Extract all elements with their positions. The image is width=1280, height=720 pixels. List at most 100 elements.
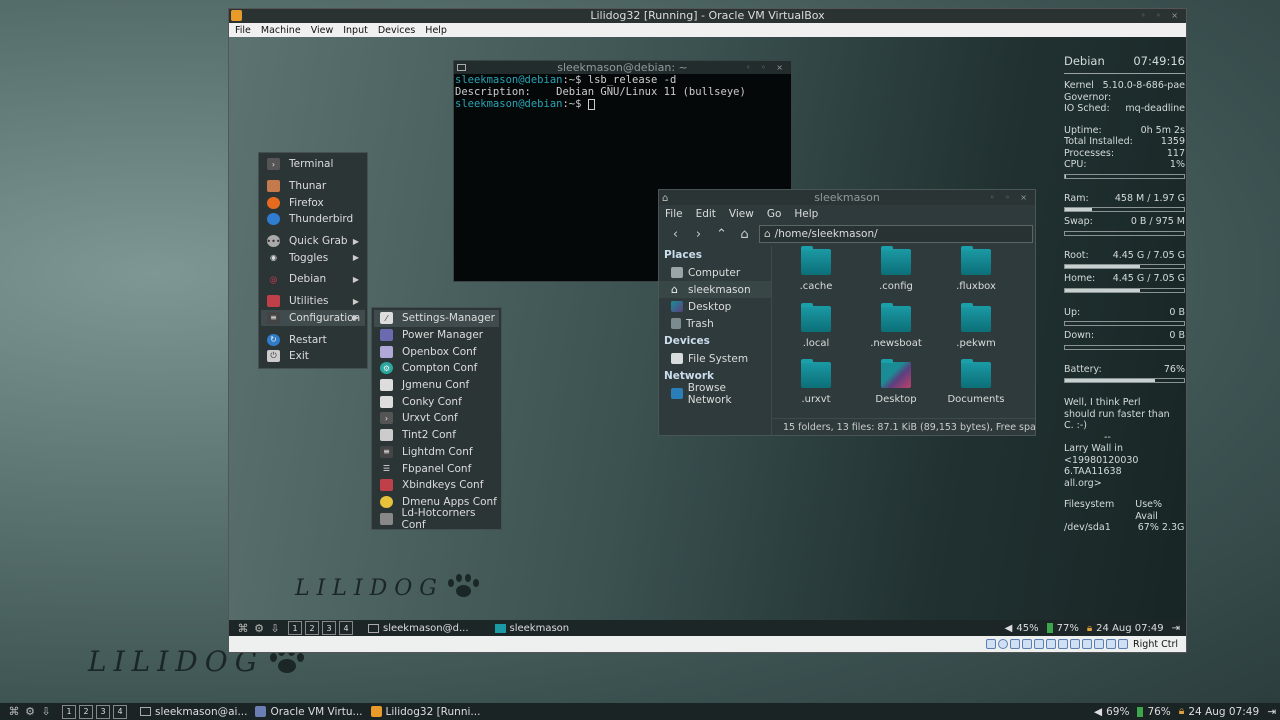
download-icon[interactable]: ⇩ (38, 705, 54, 719)
vm-menu-view[interactable]: View (311, 25, 334, 36)
menu-item-exit[interactable]: ⏻ Exit (261, 348, 365, 365)
menu-item-jgmenu-conf[interactable]: Jgmenu Conf (374, 377, 499, 394)
volume-indicator[interactable]: ◀ 45% (1005, 623, 1039, 634)
usb-icon[interactable] (1034, 639, 1045, 649)
workspace-3[interactable]: 3 (322, 621, 336, 635)
sidebar-item-home[interactable]: ⌂ sleekmason (659, 281, 771, 298)
fm-titlebar[interactable]: ⌂ sleekmason ◦ ◦ × (659, 190, 1035, 205)
workspace-4[interactable]: 4 (113, 704, 127, 719)
workspace-1[interactable]: 1 (62, 704, 76, 719)
clock[interactable]: 24 Aug 07:49 (1096, 623, 1163, 634)
taskbar-task-terminal[interactable]: sleekmason@ai... (140, 706, 247, 718)
menu-item-conky-conf[interactable]: Conky Conf (374, 393, 499, 410)
battery-indicator[interactable]: 77% (1046, 623, 1079, 634)
sidebar-item-filesystem[interactable]: File System (659, 350, 771, 367)
menu-item-openbox-conf[interactable]: Openbox Conf (374, 343, 499, 360)
fm-menu-edit[interactable]: Edit (696, 208, 716, 220)
menu-item-xbindkeys-conf[interactable]: Xbindkeys Conf (374, 477, 499, 494)
menu-item-quickgrab[interactable]: ••• Quick Grab ▶ (261, 233, 365, 250)
shared-folder-icon[interactable] (1046, 639, 1057, 649)
file-item[interactable]: .cache (776, 246, 856, 299)
file-item[interactable]: Desktop (856, 359, 936, 412)
cpu-status-icon[interactable] (1082, 639, 1093, 649)
vm-titlebar[interactable]: Lilidog32 [Running] - Oracle VM VirtualB… (229, 9, 1186, 23)
workspace-2[interactable]: 2 (79, 704, 93, 719)
terminal-window-buttons[interactable]: ◦ ◦ × (746, 61, 787, 74)
menu-item-ld-hotcorners-conf[interactable]: Ld-Hotcorners Conf (374, 507, 499, 531)
hdd-icon[interactable] (986, 639, 997, 649)
file-item[interactable]: .urxvt (776, 359, 856, 412)
vm-menu-devices[interactable]: Devices (378, 25, 415, 36)
vm-window-buttons[interactable]: ◦ ◦ × (1141, 9, 1182, 23)
clock[interactable]: 24 Aug 07:49 (1188, 706, 1259, 718)
display-icon[interactable] (1058, 639, 1069, 649)
battery-indicator[interactable]: 76% (1137, 706, 1171, 718)
logout-icon[interactable]: ⇥ (1172, 623, 1180, 634)
sidebar-item-network[interactable]: Browse Network (659, 382, 771, 406)
keyboard-icon[interactable] (1106, 639, 1117, 649)
taskbar-task-terminal[interactable]: sleekmason@d... (368, 623, 469, 634)
menu-item-restart[interactable]: ↻ Restart (261, 331, 365, 348)
network-status-icon[interactable] (1022, 639, 1033, 649)
up-icon[interactable]: ⌃ (713, 227, 730, 242)
file-manager-window[interactable]: ⌂ sleekmason ◦ ◦ × File Edit View Go Hel… (658, 189, 1036, 436)
fm-path-field[interactable]: ⌂ /home/sleekmason/ (759, 225, 1033, 243)
menu-item-configuration[interactable]: ≡ Configuration ▶ (261, 309, 365, 327)
workspace-2[interactable]: 2 (305, 621, 319, 635)
menu-item-compton-conf[interactable]: ⚙ Compton Conf (374, 360, 499, 377)
sidebar-item-desktop[interactable]: Desktop (659, 298, 771, 315)
menu-item-toggles[interactable]: ◉ Toggles ▶ (261, 249, 365, 266)
menu-item-lightdm-conf[interactable]: ≡ Lightdm Conf (374, 444, 499, 461)
menu-launcher-icon[interactable]: ⌘ (235, 621, 251, 635)
home-button-icon[interactable]: ⌂ (736, 227, 753, 242)
workspace-4[interactable]: 4 (339, 621, 353, 635)
menu-item-thunar[interactable]: Thunar (261, 178, 365, 195)
menu-item-thunderbird[interactable]: Thunderbird (261, 211, 365, 228)
recording-icon[interactable] (1070, 639, 1081, 649)
back-icon[interactable]: ‹ (667, 227, 684, 242)
file-item[interactable]: .fluxbox (936, 246, 1016, 299)
menu-item-settings-manager[interactable]: ⁄ Settings-Manager (374, 310, 499, 327)
vm-menu-help[interactable]: Help (425, 25, 447, 36)
menu-item-utilities[interactable]: Utilities ▶ (261, 293, 365, 310)
taskbar-task-virtualbox-manager[interactable]: Oracle VM Virtu... (255, 706, 363, 718)
fm-menu-help[interactable]: Help (794, 208, 818, 220)
arrow-down-icon[interactable] (1118, 639, 1129, 649)
file-item[interactable]: .local (776, 302, 856, 356)
lock-icon[interactable]: 🔒︎ (1179, 705, 1185, 718)
fm-menu-go[interactable]: Go (767, 208, 782, 220)
logout-icon[interactable]: ⇥ (1267, 706, 1276, 718)
mouse-integration-icon[interactable] (1094, 639, 1105, 649)
workspace-3[interactable]: 3 (96, 704, 110, 719)
settings-launcher-icon[interactable]: ⚙ (22, 705, 38, 719)
menu-item-urxvt-conf[interactable]: › Urxvt Conf (374, 410, 499, 427)
file-item[interactable]: Documents (936, 359, 1016, 412)
menu-item-power-manager[interactable]: Power Manager (374, 327, 499, 344)
volume-indicator[interactable]: ◀ 69% (1094, 706, 1129, 718)
file-item[interactable]: .config (856, 246, 936, 299)
workspace-1[interactable]: 1 (288, 621, 302, 635)
menu-item-fbpanel-conf[interactable]: ☰ Fbpanel Conf (374, 460, 499, 477)
terminal-line-3[interactable]: sleekmason@debian:~$ (454, 98, 791, 110)
taskbar-task-vm[interactable]: Lilidog32 [Runni... (370, 706, 480, 718)
file-item[interactable]: .pekwm (936, 302, 1016, 356)
lock-icon[interactable]: 🔒︎ (1087, 623, 1092, 634)
vm-menu-machine[interactable]: Machine (261, 25, 301, 36)
audio-icon[interactable] (1010, 639, 1021, 649)
menu-item-firefox[interactable]: Firefox (261, 194, 365, 211)
menu-item-terminal[interactable]: › Terminal (261, 156, 365, 173)
sidebar-item-computer[interactable]: Computer (659, 264, 771, 281)
menu-item-tint2-conf[interactable]: Tint2 Conf (374, 427, 499, 444)
sidebar-item-trash[interactable]: Trash (659, 315, 771, 332)
file-item[interactable]: .newsboat (856, 302, 936, 356)
fm-menu-view[interactable]: View (729, 208, 754, 220)
menu-launcher-icon[interactable]: ⌘ (6, 705, 22, 719)
fm-window-buttons[interactable]: ◦ ◦ × (990, 190, 1031, 205)
vm-menu-input[interactable]: Input (343, 25, 368, 36)
taskbar-task-filemanager[interactable]: sleekmason (494, 623, 569, 634)
menu-item-debian[interactable]: @ Debian ▶ (261, 271, 365, 288)
optical-icon[interactable] (998, 639, 1009, 649)
forward-icon[interactable]: › (690, 227, 707, 242)
vm-menu-file[interactable]: File (235, 25, 251, 36)
fm-menu-file[interactable]: File (665, 208, 683, 220)
